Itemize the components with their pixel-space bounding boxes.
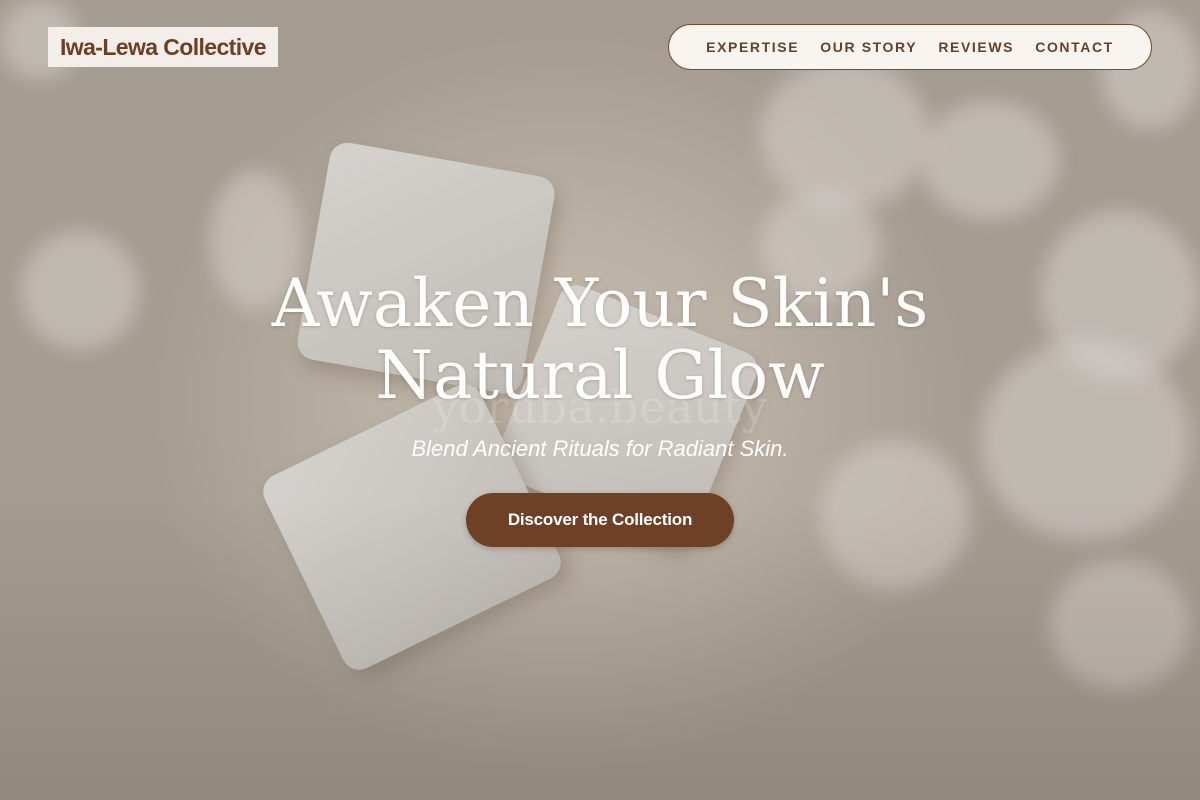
nav-item-our-story[interactable]: OUR STORY xyxy=(820,39,917,55)
nav-item-expertise[interactable]: EXPERTISE xyxy=(706,39,799,55)
hero-tagline: Blend Ancient Rituals for Radiant Skin. xyxy=(411,436,789,461)
hero-headline-line-2: Natural Glow xyxy=(375,337,825,414)
brand-logo[interactable]: Iwa-Lewa Collective xyxy=(48,27,278,67)
nav-item-contact[interactable]: CONTACT xyxy=(1035,39,1114,55)
nav-item-reviews[interactable]: REVIEWS xyxy=(938,39,1014,55)
hero-headline: Awaken Your Skin's Natural Glow xyxy=(0,268,1200,412)
discover-collection-button[interactable]: Discover the Collection xyxy=(466,493,734,547)
hero-headline-line-1: Awaken Your Skin's xyxy=(271,265,929,342)
main-nav: EXPERTISE OUR STORY REVIEWS CONTACT xyxy=(668,24,1152,70)
